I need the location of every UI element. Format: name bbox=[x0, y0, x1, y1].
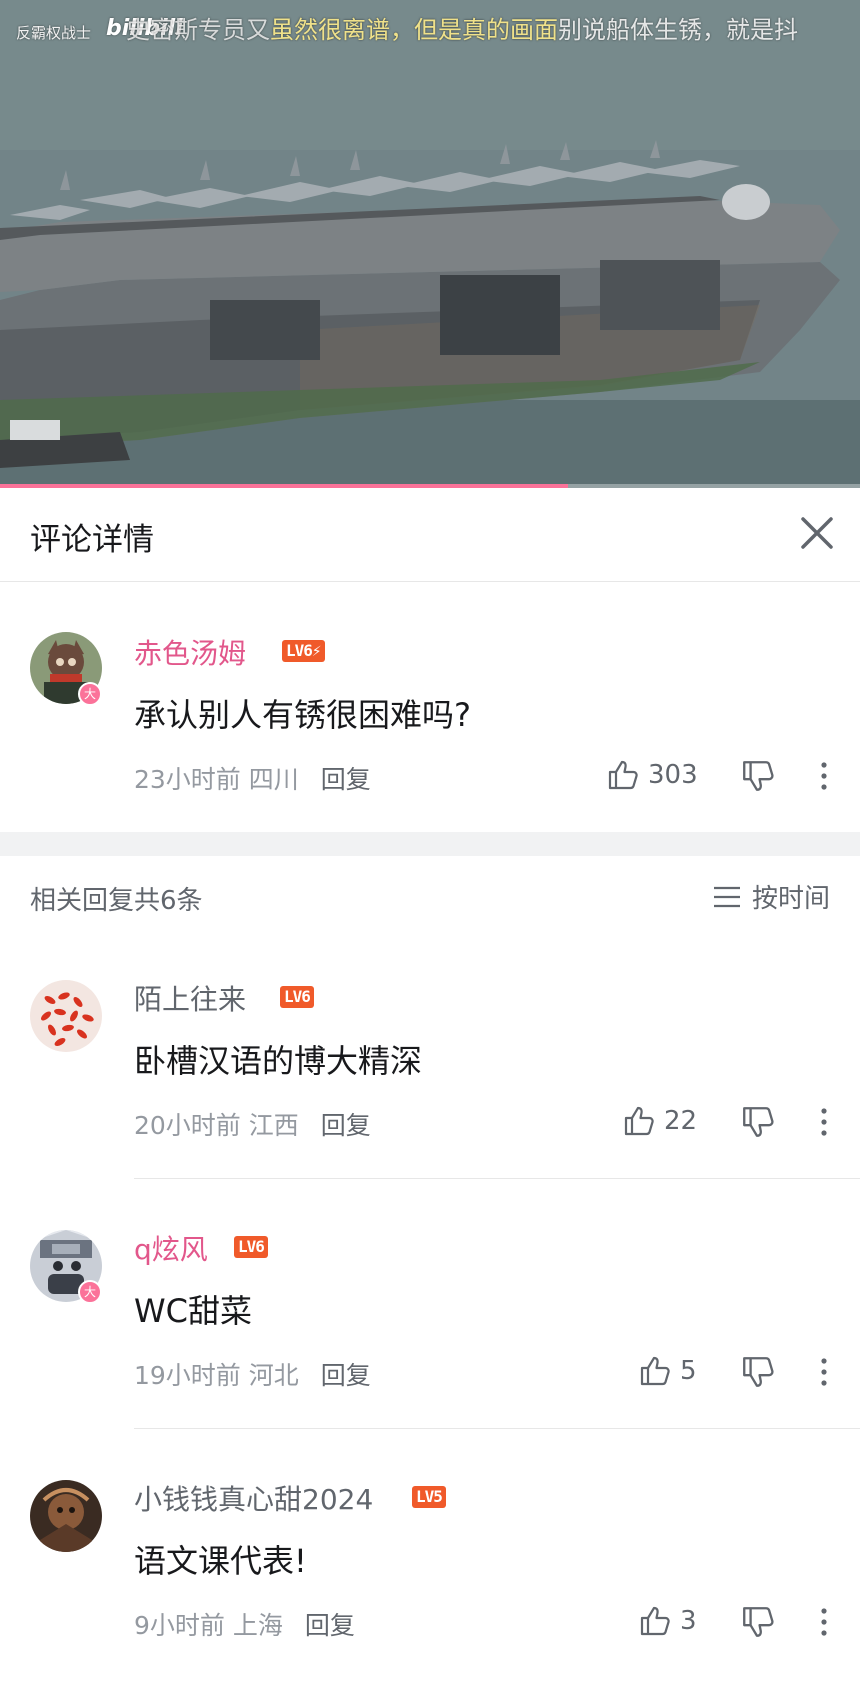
thumbs-up-icon bbox=[640, 1606, 670, 1636]
panel-title: 评论详情 bbox=[30, 522, 154, 558]
thumbs-up-icon bbox=[640, 1356, 670, 1386]
comment-content: 承认别人有锈很困难吗? bbox=[134, 696, 471, 734]
more-options-button[interactable] bbox=[814, 758, 834, 794]
more-vertical-icon bbox=[821, 1108, 827, 1136]
comment-location: 上海 bbox=[232, 1611, 283, 1640]
replies-count-label: 相关回复共6条 bbox=[30, 886, 203, 916]
thumbs-down-icon bbox=[743, 1357, 774, 1387]
like-count: 303 bbox=[648, 760, 698, 790]
like-count: 3 bbox=[680, 1606, 697, 1636]
like-count: 5 bbox=[680, 1356, 697, 1386]
video-player[interactable]: 反霸权战士 bilibili 史密斯专员又虽然很离谱，但是真的画面别说船体生锈，… bbox=[0, 0, 860, 488]
comment-location: 江西 bbox=[248, 1111, 299, 1140]
vip-badge: 大 bbox=[78, 1280, 102, 1304]
like-button[interactable]: 22 bbox=[622, 1104, 697, 1138]
root-comment: 大 赤色汤姆 LV6⚡ 承认别人有锈很困难吗? 23小时前 四川 回复 303 bbox=[0, 582, 860, 832]
danmaku-comment: 别说船体生锈，就是抖 bbox=[558, 16, 798, 44]
more-vertical-icon bbox=[821, 1608, 827, 1636]
dislike-button[interactable] bbox=[740, 1104, 776, 1140]
username[interactable]: 小钱钱真心甜2024 bbox=[134, 1478, 373, 1518]
reply-button[interactable]: 回复 bbox=[321, 765, 371, 794]
more-vertical-icon bbox=[821, 762, 827, 790]
reply-button[interactable]: 回复 bbox=[321, 1111, 371, 1140]
thumbs-down-icon bbox=[743, 1607, 774, 1637]
comment-time: 20小时前 bbox=[134, 1111, 241, 1140]
close-icon bbox=[801, 517, 833, 549]
level-badge: LV5 bbox=[412, 1486, 446, 1508]
avatar[interactable] bbox=[30, 980, 102, 1052]
avatar[interactable] bbox=[30, 1480, 102, 1552]
vip-badge: 大 bbox=[78, 682, 102, 706]
comment-content: 语文课代表! bbox=[134, 1542, 307, 1580]
danmaku-comment: 虽然很离谱，但是真的画面 bbox=[270, 16, 558, 44]
dislike-button[interactable] bbox=[740, 1604, 776, 1640]
more-options-button[interactable] bbox=[814, 1104, 834, 1140]
comment-time: 19小时前 bbox=[134, 1361, 241, 1390]
row-divider bbox=[134, 1178, 860, 1179]
comment-meta: 20小时前 江西 回复 bbox=[134, 1106, 371, 1142]
comment-meta: 9小时前 上海 回复 bbox=[134, 1606, 355, 1642]
dislike-button[interactable] bbox=[740, 1354, 776, 1390]
reply-button[interactable]: 回复 bbox=[321, 1361, 371, 1390]
comment-time: 9小时前 bbox=[134, 1611, 225, 1640]
like-button[interactable]: 5 bbox=[638, 1354, 697, 1388]
username[interactable]: 陌上往来 bbox=[134, 978, 246, 1018]
like-count: 22 bbox=[664, 1106, 698, 1136]
reply-comment: 小钱钱真心甜2024 LV5 语文课代表! 9小时前 上海 回复 3 bbox=[0, 1460, 860, 1687]
like-button[interactable]: 3 bbox=[638, 1604, 697, 1638]
dislike-button[interactable] bbox=[740, 758, 776, 794]
reply-button[interactable]: 回复 bbox=[305, 1611, 355, 1640]
channel-watermark: 反霸权战士 bbox=[16, 24, 92, 42]
username[interactable]: q炫风 bbox=[134, 1228, 208, 1268]
row-divider bbox=[134, 1428, 860, 1429]
thumbs-down-icon bbox=[743, 1107, 774, 1137]
comment-detail-header: 评论详情 bbox=[0, 488, 860, 582]
sort-by-time-button[interactable]: 按时间 bbox=[712, 878, 830, 915]
like-button[interactable]: 303 bbox=[606, 758, 698, 792]
thumbs-up-icon bbox=[608, 760, 638, 790]
section-divider bbox=[0, 832, 860, 856]
video-frame-aircraft-carrier bbox=[0, 0, 860, 488]
comment-content: WC甜菜 bbox=[134, 1292, 252, 1330]
comment-time: 23小时前 bbox=[134, 765, 241, 794]
thumbs-down-icon bbox=[743, 761, 774, 791]
more-vertical-icon bbox=[821, 1358, 827, 1386]
username[interactable]: 赤色汤姆 bbox=[134, 632, 246, 672]
reply-comment: 大 q炫风 LV6 WC甜菜 19小时前 河北 回复 5 bbox=[0, 1210, 860, 1430]
level-badge: LV6⚡ bbox=[282, 640, 325, 662]
level-badge: LV6 bbox=[280, 986, 314, 1008]
sort-label: 按时间 bbox=[751, 884, 830, 914]
comment-location: 河北 bbox=[248, 1361, 299, 1390]
more-options-button[interactable] bbox=[814, 1354, 834, 1390]
comment-meta: 23小时前 四川 回复 bbox=[134, 760, 371, 796]
comment-content: 卧槽汉语的博大精深 bbox=[134, 1042, 423, 1080]
reply-comment: 陌上往来 LV6 卧槽汉语的博大精深 20小时前 江西 回复 22 bbox=[0, 960, 860, 1180]
danmaku-comment: 史密斯专员又 bbox=[126, 16, 270, 44]
comment-meta: 19小时前 河北 回复 bbox=[134, 1356, 371, 1392]
close-button[interactable] bbox=[792, 508, 842, 558]
thumbs-up-icon bbox=[624, 1106, 654, 1136]
level-badge: LV6 bbox=[234, 1236, 268, 1258]
sort-list-icon bbox=[713, 886, 740, 907]
comment-location: 四川 bbox=[248, 765, 299, 794]
danmaku-layer: 史密斯专员又虽然很离谱，但是真的画面别说船体生锈，就是抖 bbox=[126, 10, 798, 45]
more-options-button[interactable] bbox=[814, 1604, 834, 1640]
